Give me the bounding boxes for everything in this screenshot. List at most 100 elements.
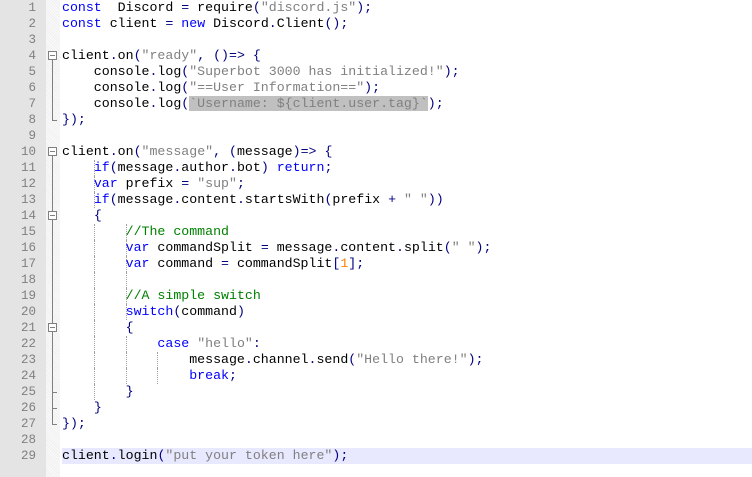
operator-token: ( [252, 0, 261, 15]
fold-collapse-icon[interactable] [48, 323, 57, 332]
code-line[interactable]: 21 { [0, 320, 752, 336]
code-text[interactable]: var commandSplit = message.content.split… [62, 240, 752, 256]
code-text[interactable]: console.log("==User Information=="); [62, 80, 752, 96]
code-line[interactable]: 27}); [0, 416, 752, 432]
fold-collapse-icon[interactable] [48, 51, 57, 60]
code-text[interactable] [62, 32, 752, 48]
fold-block-end [52, 384, 57, 400]
code-text[interactable]: var prefix = "sup"; [62, 176, 752, 192]
identifier-token [62, 304, 126, 319]
operator-token: ; [229, 368, 237, 383]
code-line[interactable]: 14 { [0, 208, 752, 224]
code-line[interactable]: 7 console.log(`Username: ${client.user.t… [0, 96, 752, 112]
code-line[interactable]: 22 case "hello": [0, 336, 752, 352]
fold-line [52, 368, 53, 384]
code-text[interactable]: break; [62, 368, 752, 384]
code-text[interactable]: if(message.content.startsWith(prefix + "… [62, 192, 752, 208]
code-text[interactable]: client.on("ready", ()=> { [62, 48, 752, 64]
code-text[interactable]: //A simple switch [62, 288, 752, 304]
operator-token: ( [109, 192, 118, 207]
code-text[interactable]: if(message.author.bot) return; [62, 160, 752, 176]
code-line[interactable]: 19 //A simple switch [0, 288, 752, 304]
operator-token: } [93, 400, 102, 415]
line-number: 9 [28, 129, 36, 143]
code-text[interactable]: console.log("Superbot 3000 has initializ… [62, 64, 752, 80]
identifier-token: channel [252, 352, 309, 367]
identifier-token: message [62, 352, 245, 367]
identifier-token [62, 240, 126, 255]
code-text[interactable]: const client = new Discord.Client(); [62, 16, 752, 32]
code-text[interactable]: case "hello": [62, 336, 752, 352]
identifier-token: on [117, 48, 134, 63]
fold-line [52, 288, 53, 304]
identifier-token [62, 336, 157, 351]
code-text[interactable]: }); [62, 112, 752, 128]
code-line[interactable]: 13 if(message.content.startsWith(prefix … [0, 192, 752, 208]
code-line[interactable]: 5 console.log("Superbot 3000 has initial… [0, 64, 752, 80]
code-text[interactable]: message.channel.send("Hello there!"); [62, 352, 752, 368]
code-text[interactable]: } [62, 400, 752, 416]
fold-collapse-icon[interactable] [48, 211, 57, 220]
code-line[interactable]: 29 client.login("put your token here"); [0, 448, 752, 464]
code-text[interactable] [62, 272, 752, 288]
code-line[interactable]: 10 client.on("message", (message)=> { [0, 144, 752, 160]
code-text[interactable]: client.login("put your token here"); [62, 448, 752, 464]
line-number: 7 [28, 97, 36, 111]
line-number: 13 [20, 193, 36, 207]
identifier-token: content [181, 192, 237, 207]
operator-token: ( [133, 48, 142, 63]
code-line[interactable]: 11 if(message.author.bot) return; [0, 160, 752, 176]
operator-token: ( [133, 144, 142, 159]
identifier-token [62, 288, 126, 303]
code-line[interactable]: 4 client.on("ready", ()=> { [0, 48, 752, 64]
identifier-token: Discord [101, 0, 182, 15]
string-token: "Hello there!" [356, 352, 468, 367]
code-line[interactable]: 20 switch(command) [0, 304, 752, 320]
string-token: "Superbot 3000 has initialized!" [189, 64, 444, 79]
code-line[interactable]: 28 [0, 432, 752, 448]
code-line[interactable]: 25 } [0, 384, 752, 400]
code-line[interactable]: 17 var command = commandSplit[1]; [0, 256, 752, 272]
code-text[interactable]: const Discord = require("discord.js"); [62, 0, 752, 16]
operator-token: . [268, 16, 277, 31]
code-line[interactable]: 24 break; [0, 368, 752, 384]
identifier-token: split [403, 240, 444, 255]
line-number: 3 [28, 33, 36, 47]
operator-token: . [236, 192, 245, 207]
code-text[interactable]: console.log(`Username: ${client.user.tag… [62, 96, 752, 112]
code-text[interactable]: switch(command) [62, 304, 752, 320]
fold-line [52, 96, 53, 112]
code-line[interactable]: 23 message.channel.send("Hello there!"); [0, 352, 752, 368]
code-editor[interactable]: 1 const Discord = require("discord.js"); 2… [0, 0, 752, 464]
code-text[interactable]: { [62, 320, 752, 336]
code-line[interactable]: 18 [0, 272, 752, 288]
code-text[interactable] [62, 128, 752, 144]
code-line[interactable]: 9 [0, 128, 752, 144]
code-text[interactable]: client.on("message", (message)=> { [62, 144, 752, 160]
code-line[interactable]: 1 const Discord = require("discord.js"); [0, 0, 752, 16]
operator-token: ) [260, 160, 269, 175]
code-line[interactable]: 6 console.log("==User Information=="); [0, 80, 752, 96]
code-text[interactable]: }); [62, 416, 752, 432]
identifier-token [62, 368, 189, 383]
identifier-token [189, 176, 197, 191]
code-line[interactable]: 12 var prefix = "sup"; [0, 176, 752, 192]
line-number: 4 [28, 49, 36, 63]
fold-line [52, 208, 53, 211]
code-text[interactable]: { [62, 208, 752, 224]
code-line[interactable]: 3 [0, 32, 752, 48]
keyword-token: case [157, 336, 190, 351]
line-number: 29 [20, 449, 36, 463]
code-text[interactable]: //The command [62, 224, 752, 240]
code-line[interactable]: 2 const client = new Discord.Client(); [0, 16, 752, 32]
code-text[interactable] [62, 432, 752, 448]
fold-collapse-icon[interactable] [48, 147, 57, 156]
code-line[interactable]: 15 //The command [0, 224, 752, 240]
code-line[interactable]: 26 } [0, 400, 752, 416]
code-text[interactable]: var command = commandSplit[1]; [62, 256, 752, 272]
identifier-token: on [117, 144, 134, 159]
code-line[interactable]: 16 var commandSplit = message.content.sp… [0, 240, 752, 256]
code-line[interactable]: 8}); [0, 112, 752, 128]
code-text[interactable]: } [62, 384, 752, 400]
line-number: 8 [28, 113, 36, 127]
